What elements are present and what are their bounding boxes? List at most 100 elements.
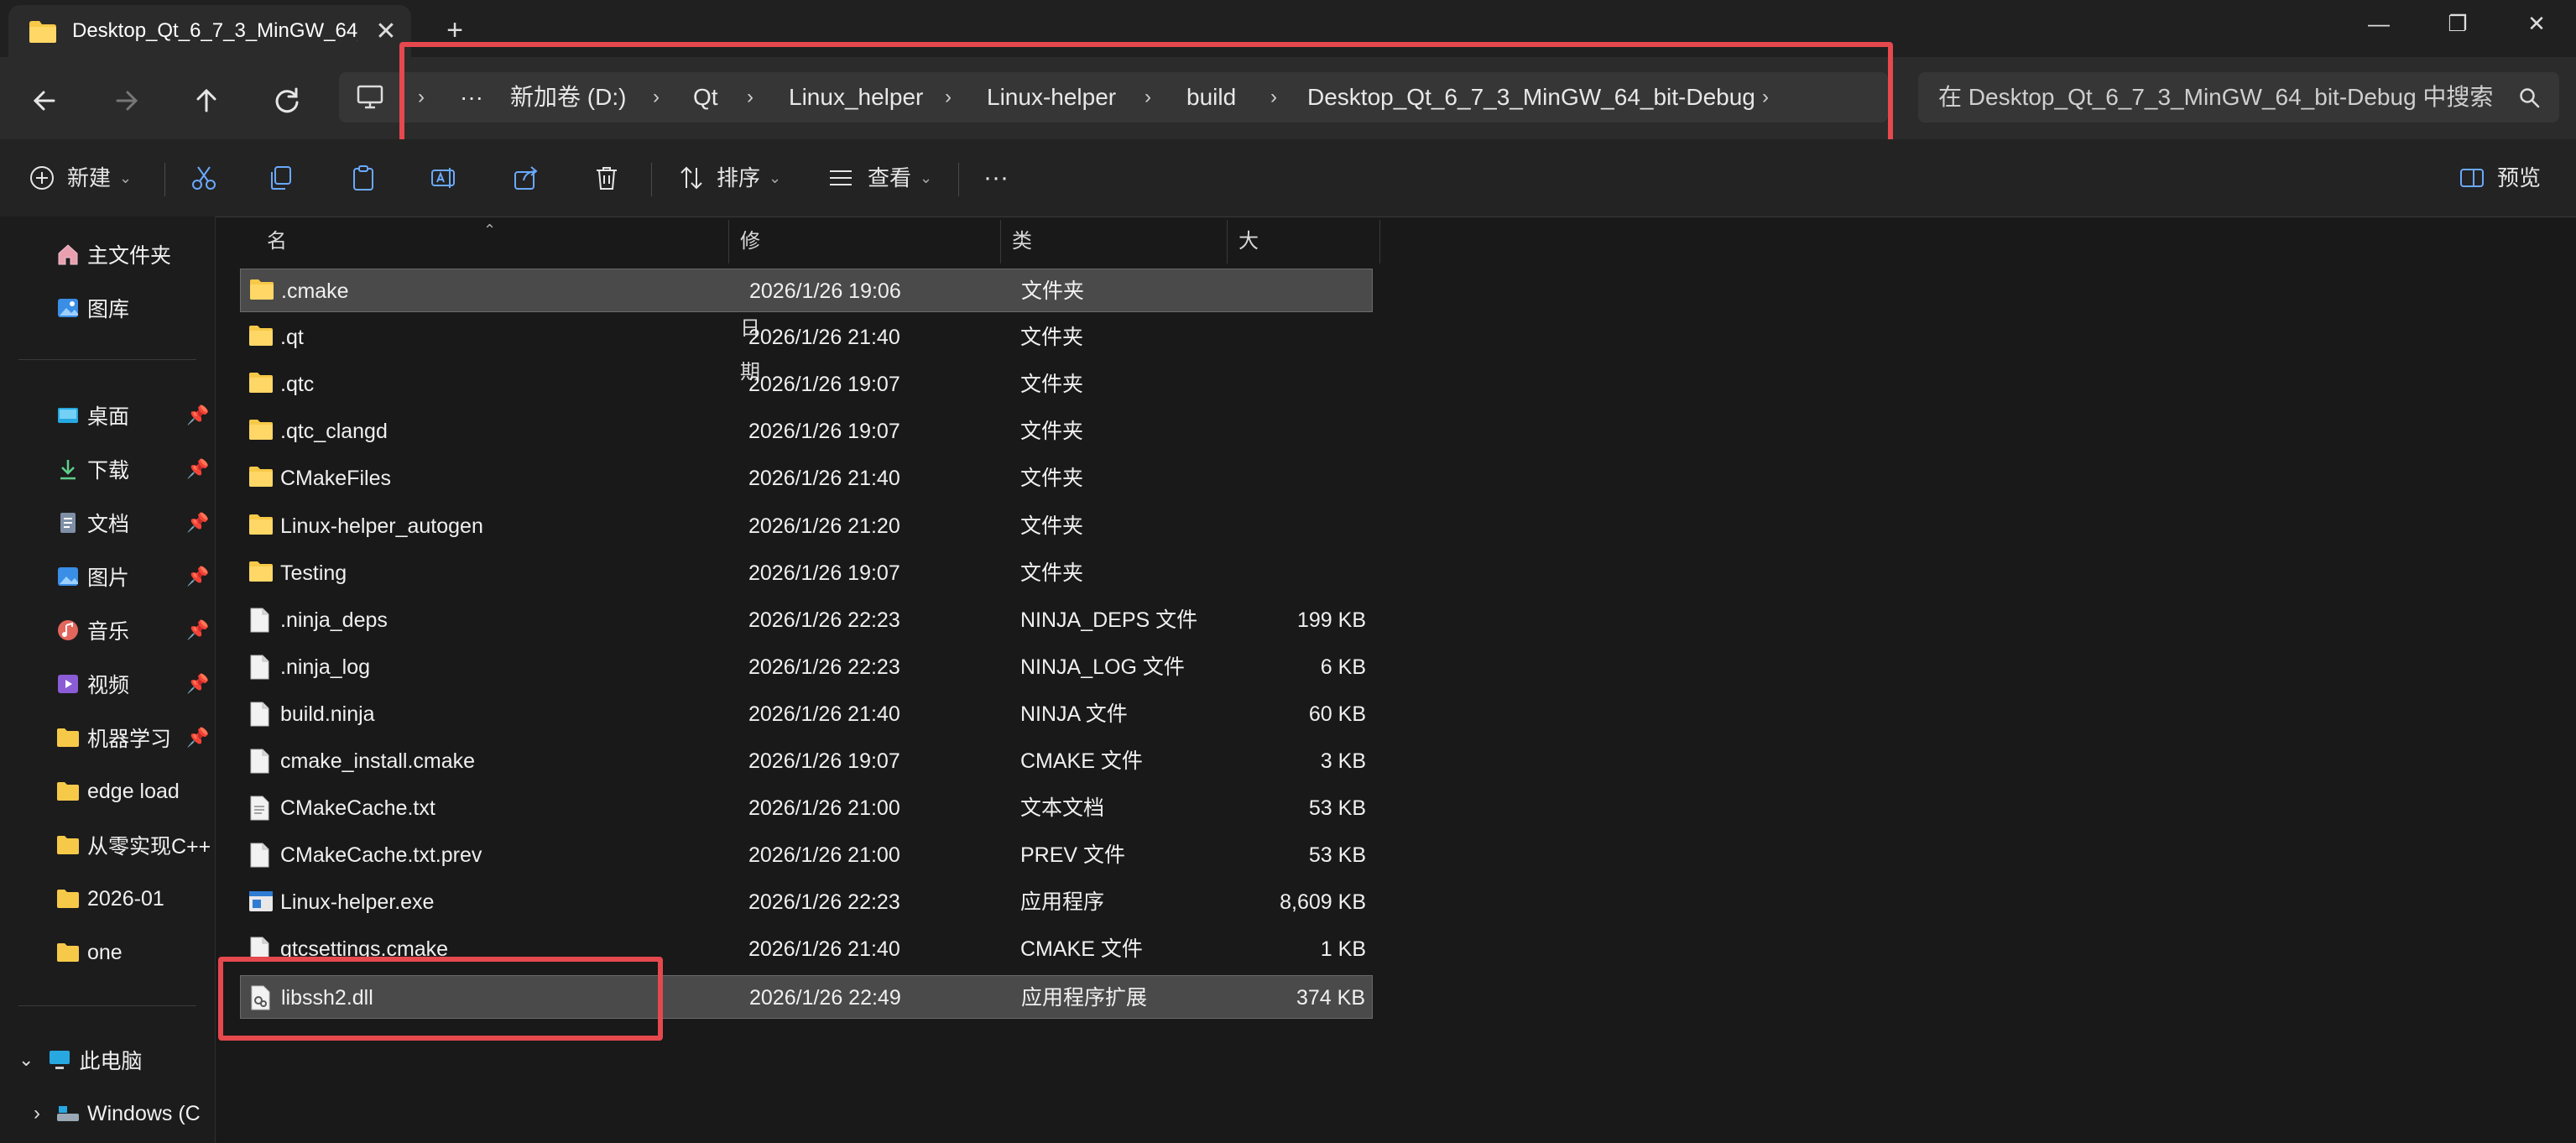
file-row[interactable]: CMakeFiles 2026/1/26 21:40 文件夹 — [240, 457, 1373, 500]
file-row[interactable]: .ninja_deps 2026/1/26 22:23 NINJA_DEPS 文件 1… — [240, 598, 1373, 642]
file-row[interactable]: cmake_install.cmake 2026/1/26 19:07 CMAKE … — [240, 739, 1373, 783]
forward-button[interactable] — [101, 76, 151, 126]
sidebar-item-desktop[interactable]: 桌面 — [55, 394, 129, 436]
sidebar-item-label: 图片 — [87, 566, 130, 590]
file-name: Linux-helper.exe — [280, 890, 435, 915]
sidebar-item-folder[interactable]: edge load — [55, 770, 180, 812]
tab-close-button[interactable]: ✕ — [371, 17, 401, 47]
file-row[interactable]: .ninja_log 2026/1/26 22:23 NINJA_LOG 文件 6 K… — [240, 645, 1373, 689]
pin-icon[interactable]: 📌 — [186, 458, 209, 480]
file-modified: 2026/1/26 21:40 — [748, 702, 900, 726]
new-button[interactable]: 新建 ⌄ — [29, 156, 132, 200]
rename-button[interactable] — [430, 156, 458, 200]
file-row[interactable]: CMakeCache.txt.prev 2026/1/26 21:00 PREV 文… — [240, 833, 1373, 877]
column-divider[interactable] — [1379, 220, 1380, 264]
folder-icon — [248, 561, 274, 582]
file-row[interactable]: .qt 2026/1/26 21:40 文件夹 — [240, 316, 1373, 359]
tab-current[interactable]: Desktop_Qt_6_7_3_MinGW_64_bit-Debug ✕ — [8, 5, 411, 57]
this-pc-icon[interactable] — [356, 84, 384, 111]
preview-pane-icon — [2460, 169, 2484, 187]
preview-pane-button[interactable]: 预览 — [2459, 156, 2541, 200]
sidebar-item-music[interactable]: 音乐 — [55, 609, 129, 651]
sidebar-item-drive-c[interactable]: › Windows (C — [34, 1093, 201, 1135]
file-icon — [248, 702, 270, 727]
file-row[interactable]: CMakeCache.txt 2026/1/26 21:00 文本文档 53 KB — [240, 786, 1373, 830]
column-header-modified[interactable]: 修改日期 — [740, 220, 760, 384]
home-icon — [55, 242, 81, 267]
file-row[interactable]: Linux-helper_autogen 2026/1/26 21:20 文件夹 — [240, 504, 1373, 548]
sidebar-item-folder[interactable]: 2026-01 — [55, 878, 164, 920]
file-modified: 2026/1/26 22:23 — [748, 655, 900, 679]
maximize-button[interactable]: ❐ — [2418, 0, 2497, 47]
refresh-button[interactable] — [262, 76, 312, 126]
pin-icon[interactable]: 📌 — [186, 727, 209, 749]
toolbar-divider — [958, 163, 959, 196]
file-name: CMakeCache.txt.prev — [280, 843, 482, 868]
file-row[interactable]: .qtc 2026/1/26 19:07 文件夹 — [240, 363, 1373, 406]
paste-button[interactable] — [349, 156, 378, 200]
trash-icon — [597, 167, 617, 190]
back-button[interactable] — [20, 76, 70, 126]
more-options-button[interactable]: ··· — [983, 156, 1009, 200]
file-type: PREV 文件 — [1020, 843, 1126, 868]
chevron-right-icon[interactable]: › — [34, 1102, 40, 1125]
pin-icon[interactable]: 📌 — [186, 619, 209, 641]
sidebar-item-pictures[interactable]: 图片 — [55, 556, 129, 598]
pin-icon[interactable]: 📌 — [186, 404, 209, 426]
chevron-down-icon: ⌄ — [920, 170, 933, 186]
sidebar-item-folder[interactable]: 从零实现C++ — [55, 824, 211, 866]
chevron-down-icon[interactable]: ⌄ — [18, 1049, 34, 1071]
application-icon — [248, 890, 274, 913]
pin-icon[interactable]: 📌 — [186, 673, 209, 695]
file-size: 53 KB — [1308, 796, 1366, 821]
column-header-type[interactable]: 类型 — [1012, 220, 1032, 296]
folder-icon — [55, 725, 81, 750]
file-row[interactable]: .cmake 2026/1/26 19:06 文件夹 — [240, 269, 1373, 312]
refresh-icon — [275, 87, 299, 113]
sidebar-item-videos[interactable]: 视频 — [55, 663, 129, 705]
sidebar-item-gallery[interactable]: 图库 — [55, 287, 129, 329]
file-type: 应用程序扩展 — [1021, 985, 1148, 1010]
sidebar-item-downloads[interactable]: 下载 — [55, 448, 129, 490]
file-name: .qt — [280, 326, 304, 350]
sidebar-item-this-pc[interactable]: ⌄ 此电脑 — [18, 1039, 142, 1081]
folder-icon — [248, 372, 274, 394]
file-modified: 2026/1/26 21:00 — [748, 843, 900, 868]
file-row[interactable]: Linux-helper.exe 2026/1/26 22:23 应用程序 8,609… — [240, 880, 1373, 924]
tab-title: Desktop_Qt_6_7_3_MinGW_64_bit-Debug — [72, 19, 357, 42]
pin-icon[interactable]: 📌 — [186, 512, 209, 534]
close-window-button[interactable]: ✕ — [2497, 0, 2576, 47]
up-button[interactable] — [181, 76, 232, 126]
share-button[interactable] — [512, 156, 540, 200]
sort-button[interactable]: 排序 ⌄ — [678, 156, 781, 200]
folder-icon — [55, 886, 81, 911]
minimize-button[interactable]: — — [2339, 0, 2418, 47]
column-divider[interactable] — [728, 220, 729, 264]
copy-button[interactable] — [267, 156, 295, 200]
view-button[interactable]: 查看 ⌄ — [827, 156, 932, 200]
arrow-up-icon — [196, 88, 216, 112]
search-input[interactable]: 在 Desktop_Qt_6_7_3_MinGW_64_bit-Debug 中搜… — [1918, 72, 2559, 123]
file-row[interactable]: Testing 2026/1/26 19:07 文件夹 — [240, 551, 1373, 595]
cut-button[interactable] — [190, 156, 218, 200]
sidebar-item-documents[interactable]: 文档 — [55, 502, 129, 544]
folder-icon — [248, 514, 274, 535]
column-divider[interactable] — [1000, 220, 1001, 264]
column-divider[interactable] — [1227, 220, 1228, 264]
column-header-name[interactable]: 名称 — [267, 220, 287, 296]
sidebar-item-home[interactable]: 主文件夹 — [55, 233, 171, 275]
file-modified: 2026/1/26 19:07 — [748, 561, 900, 585]
file-modified: 2026/1/26 19:06 — [749, 279, 901, 303]
file-size: 199 KB — [1296, 608, 1366, 632]
file-type: 文件夹 — [1020, 467, 1084, 491]
sidebar-item-label: 2026-01 — [87, 886, 164, 911]
file-row[interactable]: build.ninja 2026/1/26 21:40 NINJA 文件 60 KB — [240, 692, 1373, 736]
column-header-size[interactable]: 大小 — [1238, 220, 1259, 296]
delete-button[interactable] — [592, 156, 621, 200]
file-type: CMAKE 文件 — [1020, 937, 1143, 962]
sidebar-item-folder[interactable]: one — [55, 932, 123, 973]
file-name: .qtc — [280, 373, 315, 397]
file-row[interactable]: .qtc_clangd 2026/1/26 19:07 文件夹 — [240, 410, 1373, 453]
pin-icon[interactable]: 📌 — [186, 566, 209, 587]
sidebar-item-folder[interactable]: 机器学习 — [55, 717, 171, 759]
